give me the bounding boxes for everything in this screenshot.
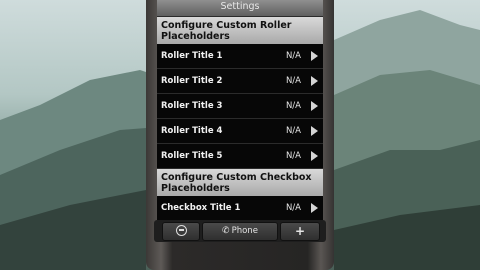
bottom-action-bar: ✆ Phone + — [154, 220, 326, 242]
minus-circle-icon — [175, 225, 187, 236]
list-item-roller-3[interactable]: Roller Title 3 N/A — [157, 94, 323, 119]
row-label: Checkbox Title 1 — [161, 203, 241, 213]
chevron-right-icon — [311, 51, 318, 61]
row-label: Roller Title 2 — [161, 76, 223, 86]
row-label: Roller Title 1 — [161, 51, 223, 61]
row-label: Roller Title 3 — [161, 101, 223, 111]
row-value: N/A — [285, 151, 301, 161]
list-item-roller-4[interactable]: Roller Title 4 N/A — [157, 119, 323, 144]
phone-label: Phone — [231, 226, 258, 236]
chevron-right-icon — [311, 101, 318, 111]
phone-button[interactable]: ✆ Phone — [202, 222, 278, 241]
row-label: Roller Title 5 — [161, 151, 223, 161]
handset-icon: ✆ — [222, 226, 230, 236]
row-value: N/A — [285, 126, 301, 136]
row-label: Roller Title 4 — [161, 126, 223, 136]
add-button[interactable]: + — [280, 222, 320, 241]
row-value: N/A — [285, 51, 301, 61]
desktop-background: Settings Configure Custom Roller Placeho… — [0, 0, 480, 270]
row-value: N/A — [285, 203, 301, 213]
settings-screen: Settings Configure Custom Roller Placeho… — [157, 0, 323, 242]
chevron-right-icon — [311, 203, 318, 213]
phone-device: Settings Configure Custom Roller Placeho… — [146, 0, 334, 270]
row-value: N/A — [285, 101, 301, 111]
section-header-checkbox: Configure Custom Checkbox Placeholders — [157, 169, 323, 196]
list-item-roller-1[interactable]: Roller Title 1 N/A — [157, 44, 323, 69]
back-button[interactable] — [162, 222, 200, 241]
screen-title: Settings — [157, 0, 323, 17]
row-value: N/A — [285, 76, 301, 86]
section-header-roller: Configure Custom Roller Placeholders — [157, 17, 323, 44]
list-item-checkbox-1[interactable]: Checkbox Title 1 N/A — [157, 196, 323, 221]
chevron-right-icon — [311, 151, 318, 161]
chevron-right-icon — [311, 126, 318, 136]
chevron-right-icon — [311, 76, 318, 86]
list-item-roller-5[interactable]: Roller Title 5 N/A — [157, 144, 323, 169]
list-item-roller-2[interactable]: Roller Title 2 N/A — [157, 69, 323, 94]
